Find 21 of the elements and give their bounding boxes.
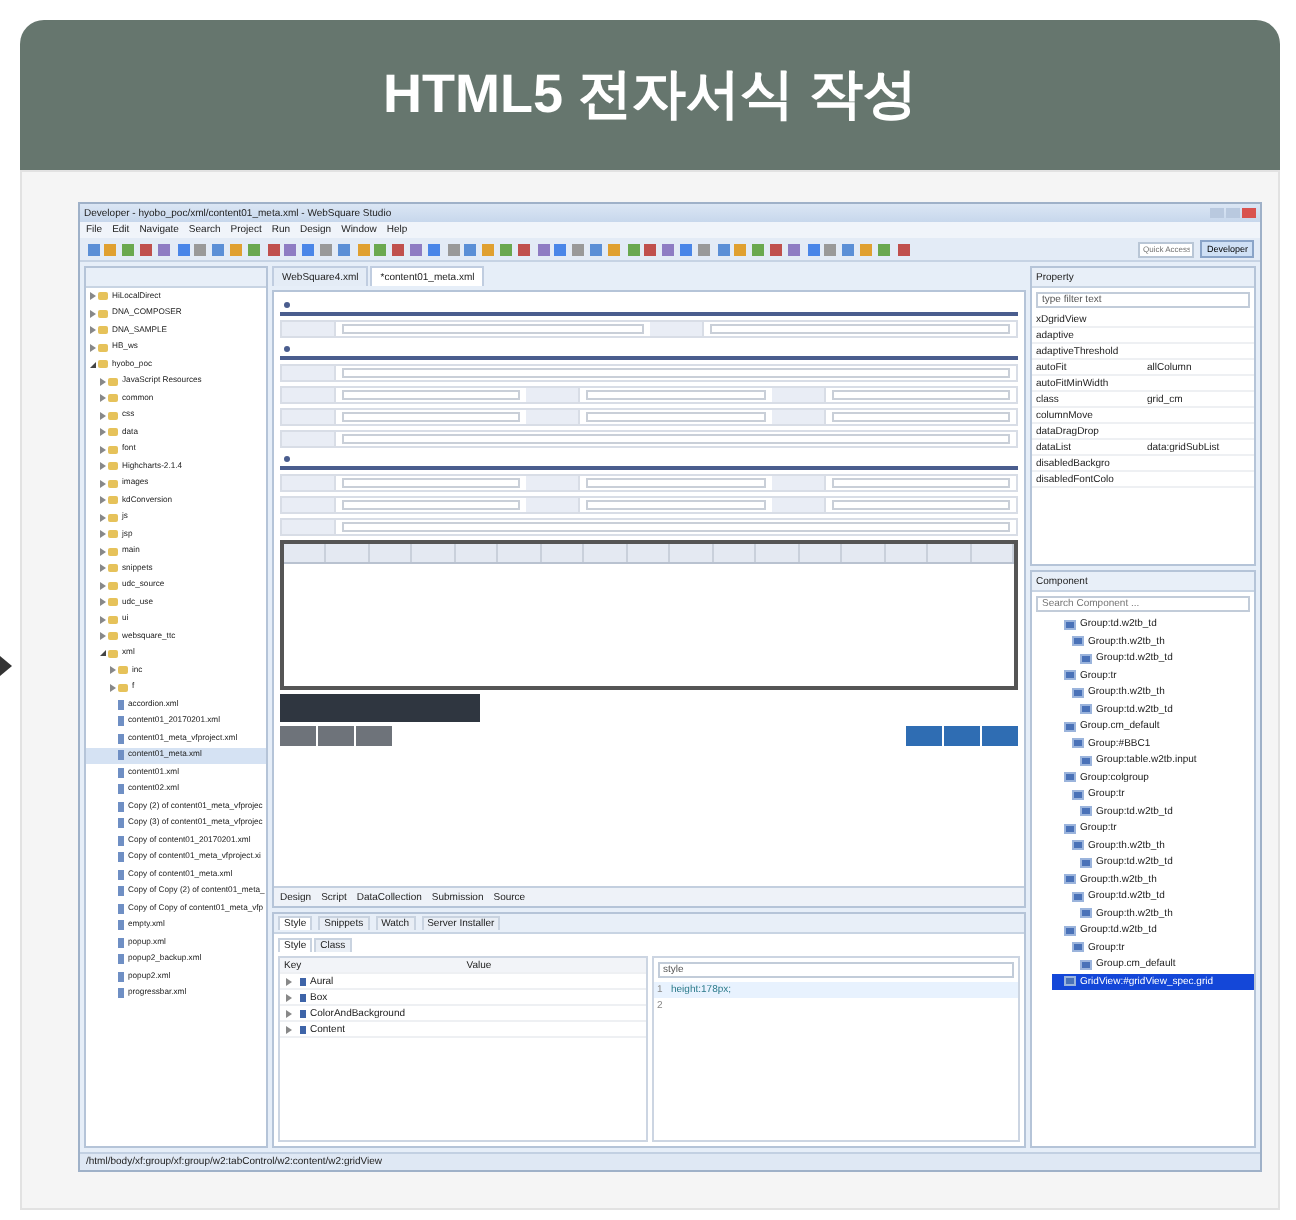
input-field[interactable] [342, 434, 1010, 444]
input-field[interactable] [342, 500, 521, 510]
input-field[interactable] [586, 390, 766, 400]
input-field[interactable] [831, 390, 1010, 400]
input-field[interactable] [586, 500, 766, 510]
input-field[interactable] [342, 412, 521, 422]
bullet-icon [284, 456, 290, 462]
header-title: HTML5 전자서식 작성 [383, 62, 917, 129]
input-field[interactable] [342, 324, 643, 334]
input-field[interactable] [831, 478, 1010, 488]
input-field[interactable] [586, 478, 766, 488]
input-field[interactable] [709, 324, 1010, 334]
bullet-icon [284, 302, 290, 308]
input-field[interactable] [342, 522, 1010, 532]
input-field[interactable] [342, 478, 521, 488]
bullet-icon [284, 346, 290, 352]
input-field[interactable] [342, 390, 521, 400]
input-field[interactable] [831, 412, 1010, 422]
input-field[interactable] [831, 500, 1010, 510]
input-field[interactable] [586, 412, 766, 422]
input-field[interactable] [342, 368, 1010, 378]
